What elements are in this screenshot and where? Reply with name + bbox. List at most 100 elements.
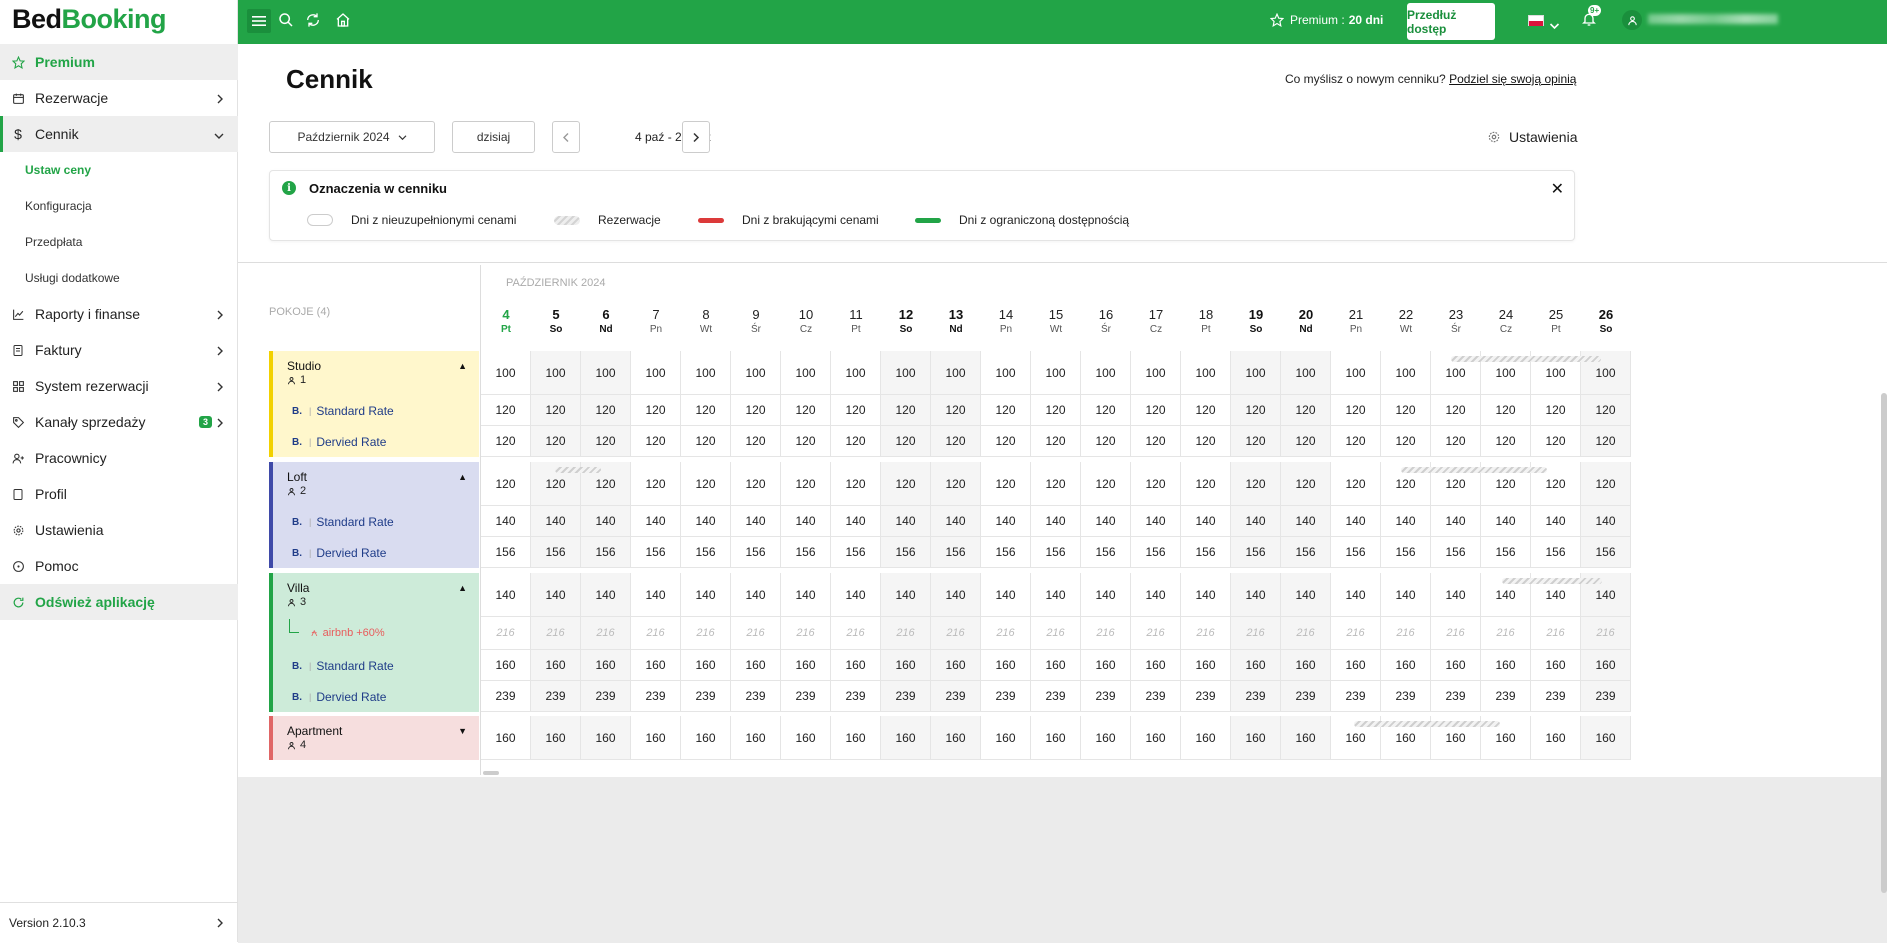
price-cell[interactable]: 140 (831, 506, 881, 537)
price-cell[interactable]: 156 (781, 537, 831, 568)
price-cell[interactable]: 160 (1131, 716, 1181, 760)
price-cell[interactable]: 160 (981, 650, 1031, 681)
price-cell[interactable]: 100 (481, 351, 531, 395)
price-cell[interactable]: 160 (531, 650, 581, 681)
price-cell[interactable]: 120 (931, 462, 981, 506)
price-cell[interactable]: 120 (681, 426, 731, 457)
price-cell[interactable]: 239 (1531, 681, 1581, 712)
next-range-button[interactable] (682, 121, 710, 153)
price-cell[interactable]: 156 (831, 537, 881, 568)
price-cell[interactable]: 160 (831, 716, 881, 760)
price-cell[interactable]: 120 (481, 395, 531, 426)
price-cell[interactable]: 156 (481, 537, 531, 568)
price-cell[interactable]: 140 (1031, 506, 1081, 537)
price-cell[interactable]: 160 (1581, 650, 1631, 681)
sidebar-item-profil[interactable]: Profil (0, 476, 238, 512)
price-cell[interactable]: 120 (831, 462, 881, 506)
today-button[interactable]: dzisiaj (452, 121, 535, 153)
price-cell[interactable]: 120 (881, 426, 931, 457)
price-cell[interactable]: 160 (731, 716, 781, 760)
sidebar-item-pomoc[interactable]: Pomoc (0, 548, 238, 584)
price-cell[interactable]: 156 (1331, 537, 1381, 568)
price-cell[interactable]: 160 (1181, 650, 1231, 681)
price-cell[interactable]: 140 (731, 573, 781, 617)
price-cell[interactable]: 140 (881, 506, 931, 537)
sidebar-subitem-uslugi-dodatkowe[interactable]: Usługi dodatkowe (0, 260, 238, 296)
price-cell[interactable]: 160 (631, 716, 681, 760)
price-cell[interactable]: 160 (1231, 650, 1281, 681)
price-cell[interactable]: 239 (1581, 681, 1631, 712)
price-cell[interactable]: 120 (1381, 395, 1431, 426)
menu-icon[interactable] (247, 9, 271, 33)
price-cell[interactable]: 120 (1231, 426, 1281, 457)
price-cell[interactable]: 120 (681, 462, 731, 506)
price-cell[interactable]: 120 (1581, 426, 1631, 457)
price-cell[interactable]: 120 (1431, 426, 1481, 457)
price-cell[interactable]: 156 (931, 537, 981, 568)
price-cell[interactable]: 120 (781, 395, 831, 426)
price-cell[interactable]: 140 (1231, 506, 1281, 537)
price-cell[interactable]: 239 (831, 681, 881, 712)
price-cell[interactable]: 120 (681, 395, 731, 426)
price-cell[interactable]: 120 (1331, 395, 1381, 426)
room-card[interactable]: Villa 3 ▲ ⍲ airbnb +60% B. | Standard Rate B. | De… (269, 573, 479, 712)
price-cell[interactable]: 120 (581, 395, 631, 426)
price-cell[interactable]: 120 (1481, 426, 1531, 457)
price-cell[interactable]: 100 (581, 351, 631, 395)
price-cell[interactable]: 156 (681, 537, 731, 568)
price-cell[interactable]: 140 (581, 506, 631, 537)
price-cell[interactable]: 120 (1231, 462, 1281, 506)
price-cell[interactable]: 239 (1431, 681, 1481, 712)
price-cell[interactable]: 239 (731, 681, 781, 712)
price-cell[interactable]: 120 (831, 395, 881, 426)
price-cell[interactable]: 120 (781, 426, 831, 457)
price-cell[interactable]: 120 (1331, 426, 1381, 457)
price-cell[interactable]: 140 (581, 573, 631, 617)
reservation-bar[interactable] (555, 467, 601, 473)
price-cell[interactable]: 140 (481, 506, 531, 537)
price-cell[interactable]: 120 (731, 426, 781, 457)
price-cell[interactable]: 140 (681, 506, 731, 537)
price-cell[interactable]: 160 (931, 716, 981, 760)
price-cell[interactable]: 140 (881, 573, 931, 617)
room-card[interactable]: Apartment 4 ▼ (269, 716, 479, 760)
price-cell[interactable]: 160 (881, 716, 931, 760)
sidebar-item-premium[interactable]: Premium (0, 44, 238, 80)
price-cell[interactable]: 120 (1381, 426, 1431, 457)
sidebar-item-faktury[interactable]: Faktury (0, 332, 238, 368)
price-cell[interactable]: 160 (1281, 716, 1331, 760)
price-cell[interactable]: 160 (681, 716, 731, 760)
price-cell[interactable]: 239 (1131, 681, 1181, 712)
price-cell[interactable]: 120 (731, 462, 781, 506)
price-cell[interactable]: 140 (531, 573, 581, 617)
price-cell[interactable]: 160 (1181, 716, 1231, 760)
month-select[interactable]: Październik 2024 (269, 121, 435, 153)
price-cell[interactable]: 160 (881, 650, 931, 681)
price-cell[interactable]: 156 (1581, 537, 1631, 568)
price-cell[interactable]: 239 (1231, 681, 1281, 712)
price-cell[interactable]: 239 (1181, 681, 1231, 712)
price-cell[interactable]: 100 (1181, 351, 1231, 395)
price-cell[interactable]: 239 (881, 681, 931, 712)
price-cell[interactable]: 156 (1381, 537, 1431, 568)
price-cell[interactable]: 160 (1531, 650, 1581, 681)
price-cell[interactable]: 140 (481, 573, 531, 617)
sidebar-item-refresh[interactable]: Odśwież aplikację (0, 584, 238, 620)
sidebar-item-ustawienia[interactable]: Ustawienia (0, 512, 238, 548)
price-cell[interactable]: 140 (1181, 573, 1231, 617)
price-cell[interactable]: 160 (531, 716, 581, 760)
price-cell[interactable]: 140 (1131, 573, 1181, 617)
price-cell[interactable]: 160 (981, 716, 1031, 760)
price-cell[interactable]: 100 (881, 351, 931, 395)
price-cell[interactable]: 140 (1281, 506, 1331, 537)
price-cell[interactable]: 120 (631, 462, 681, 506)
price-cell[interactable]: 120 (1181, 395, 1231, 426)
price-cell[interactable]: 239 (981, 681, 1031, 712)
rate-label[interactable]: B. | Dervied Rate (292, 435, 386, 449)
price-cell[interactable]: 140 (981, 573, 1031, 617)
price-cell[interactable]: 120 (831, 426, 881, 457)
price-cell[interactable]: 120 (631, 395, 681, 426)
price-cell[interactable]: 140 (1431, 506, 1481, 537)
avatar[interactable] (1622, 10, 1642, 30)
price-cell[interactable]: 140 (1081, 506, 1131, 537)
